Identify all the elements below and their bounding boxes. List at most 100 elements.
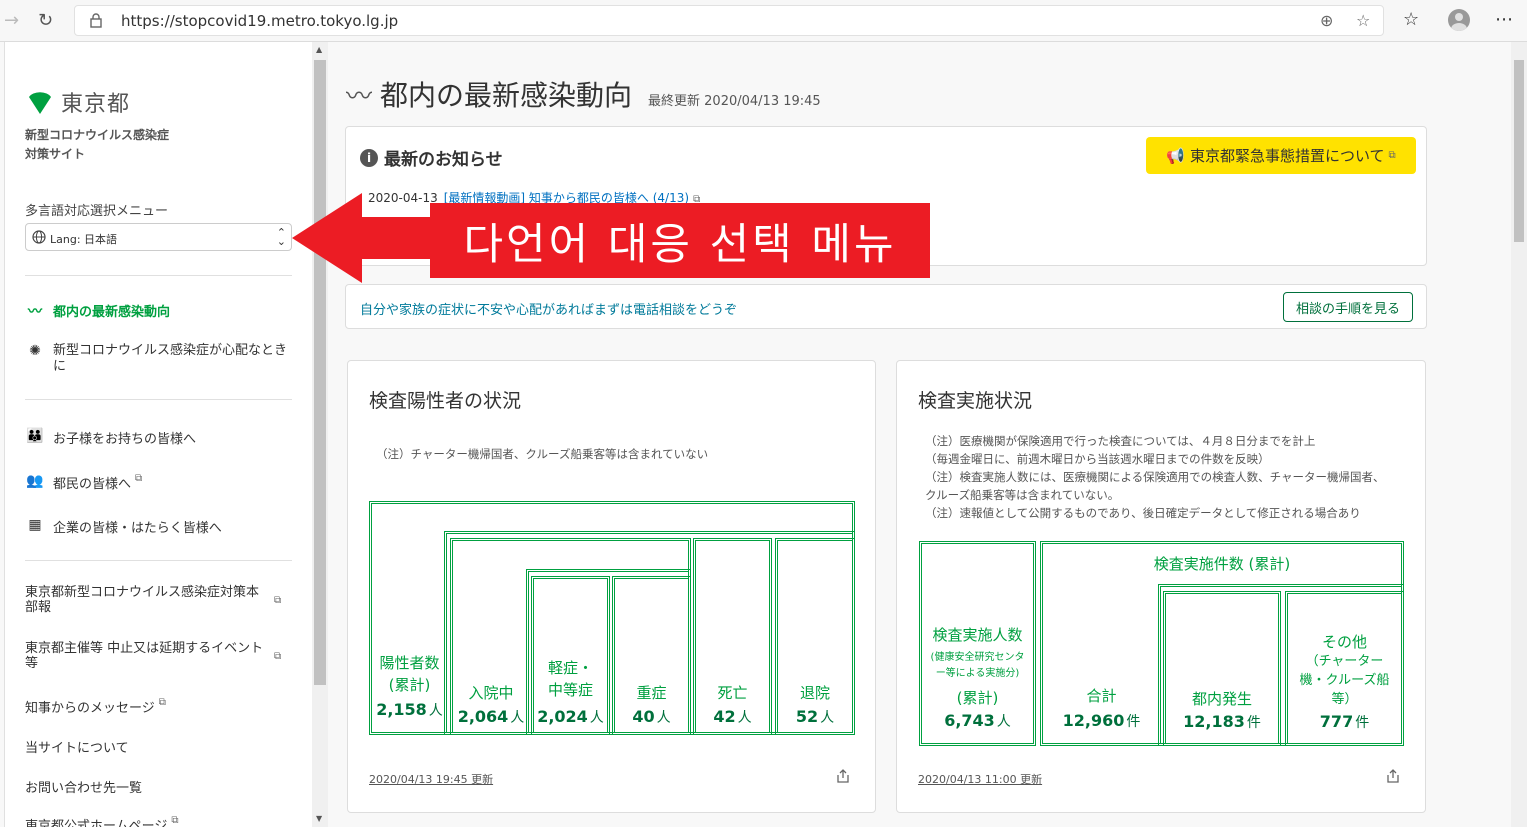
positives-panel: 検査陽性者の状況 （注）チャーター機帰国者、クルーズ船乗客等は含まれていない 陽… — [347, 360, 876, 813]
panel-note: （注）医療機関が保険適用で行った検査については、４月８日分までを計上 — [925, 434, 1316, 448]
box-label: ー等による実施分) — [935, 668, 1020, 679]
lock-icon — [90, 13, 102, 28]
nav-parents[interactable]: 👪 お子様をお持ちの皆様へ — [25, 428, 292, 447]
url-text[interactable]: https://stopcovid19.metro.tokyo.lg.jp — [121, 12, 398, 30]
panel-title: 検査陽性者の状況 — [369, 390, 522, 412]
panel-title: 検査実施状況 — [918, 390, 1033, 412]
favorites-list-icon[interactable]: ☆ — [1403, 9, 1419, 30]
more-menu-icon[interactable]: ⋯ — [1495, 9, 1513, 30]
chevron-updown-icon: ⌃ ⌄ — [276, 226, 286, 248]
nav-link-events[interactable]: 東京都主催等 中止又は延期するイベント等 ⧉ — [25, 641, 292, 671]
annotation-banner: 다언어 대응 선택 메뉴 — [430, 203, 930, 278]
trend-icon: 〰 — [346, 82, 373, 112]
back-arrow-icon[interactable]: → — [4, 10, 19, 31]
deaths-value: 42 人 — [713, 707, 752, 726]
box-label: 退院 — [799, 684, 830, 702]
site-title: 新型コロナウイルス感染症 対策サイト — [25, 128, 170, 161]
nav-link-governor-message[interactable]: 知事からのメッセージ ⧉ — [25, 697, 292, 716]
profile-avatar[interactable] — [1448, 9, 1470, 31]
main-scrollbar[interactable] — [1511, 42, 1527, 827]
share-icon[interactable] — [836, 769, 850, 783]
scroll-up-icon[interactable]: ▲ — [316, 45, 322, 54]
severe-box: 重症 40 人 — [612, 576, 691, 735]
mild-moderate-box: 軽症・ 中等症 2,024 人 — [531, 576, 610, 735]
people-tested-value: 6,743 人 — [944, 711, 1011, 730]
nav-link-official-site[interactable]: 東京都公式ホームページ ⧉ — [25, 815, 292, 827]
panel-note: クルーズ船乗客等は含まれていない。 — [925, 488, 1120, 502]
add-tab-icon[interactable]: ⊕ — [1320, 11, 1333, 30]
scrollbar-thumb[interactable] — [1514, 60, 1524, 242]
other-cases-value: 777 件 — [1319, 712, 1370, 731]
hospitalized-value: 2,064 人 — [457, 707, 525, 726]
consult-link[interactable]: 自分や家族の症状に不安や心配があればまずは電話相談をどうぞ — [360, 299, 737, 318]
sidebar-scrollbar[interactable]: ▲ ▼ — [312, 42, 328, 827]
panel-updated: 2020/04/13 19:45 更新 — [369, 773, 494, 786]
box-label: 中等症 — [547, 681, 593, 699]
box-label: 検査実施人数 — [932, 626, 1023, 644]
tokyo-cases-value: 12,183 件 — [1183, 712, 1261, 731]
mild-moderate-value: 2,024 人 — [537, 707, 604, 726]
page-title: 〰 都内の最新感染動向 最終更新 2020/04/13 19:45 — [346, 74, 821, 114]
nav-citizens[interactable]: 👥 都民の皆様へ ⧉ — [25, 473, 292, 492]
nav-if-worried[interactable]: ✺ 新型コロナウイルス感染症が心配なときに — [25, 343, 292, 375]
discharged-box: 退院 52 人 — [775, 538, 855, 735]
building-icon: ▦ — [28, 517, 42, 533]
lang-select-value: Lang: 日本語 — [50, 233, 118, 246]
nav-latest-trends[interactable]: 〰 都内の最新感染動向 — [25, 301, 292, 321]
tests-total-value: 12,960 件 — [1062, 711, 1141, 730]
nav-businesses[interactable]: ▦ 企業の皆様・はたらく皆様へ — [25, 517, 292, 536]
box-label: 機・クルーズ船 — [1299, 673, 1390, 688]
annotation-arrow — [292, 193, 432, 283]
discharged-value: 52 人 — [795, 707, 835, 726]
ginkgo-logo-icon — [29, 92, 51, 114]
severe-value: 40 人 — [632, 707, 671, 726]
scroll-down-icon[interactable]: ▼ — [316, 814, 322, 823]
box-label: 死亡 — [717, 684, 748, 702]
box-label: その他 — [1321, 633, 1367, 651]
scrollbar-thumb[interactable] — [314, 60, 326, 685]
external-link-icon: ⧉ — [274, 595, 282, 606]
panel-note: （毎週金曜日に、前週木曜日から当該週水曜日までの件数を反映） — [925, 452, 1270, 466]
box-label: (累計) — [956, 689, 999, 707]
people-tested-box: 検査実施人数 (健康安全研究センタ ー等による実施分) (累計) 6,743 人 — [919, 541, 1036, 746]
consult-card: 自分や家族の症状に不安や心配があればまずは電話相談をどうぞ 相談の手順を見る — [345, 284, 1427, 329]
address-bar[interactable]: https://stopcovid19.metro.tokyo.lg.jp ⊕ … — [74, 5, 1384, 36]
external-link-icon: ⧉ — [171, 815, 179, 826]
lang-select[interactable]: Lang: 日本語 ⌃ ⌄ — [25, 223, 292, 251]
favorite-star-icon[interactable]: ☆ — [1356, 11, 1370, 30]
divider — [25, 399, 292, 400]
nav-link-hq-report[interactable]: 東京都新型コロナウイルス感染症対策本部報 ⧉ — [25, 585, 292, 615]
globe-icon — [32, 230, 46, 244]
box-label: (健康安全研究センタ — [930, 652, 1025, 663]
tokyo-logo[interactable]: 東京都 — [25, 86, 130, 118]
panel-note: （注）速報値として公開するものであり、後日確定データとして修正される場合あり — [925, 506, 1361, 520]
nav-link-contacts[interactable]: お問い合わせ先一覧 — [25, 777, 292, 796]
box-label: (累計) — [388, 676, 431, 694]
refresh-icon[interactable]: ↻ — [38, 10, 53, 31]
box-label: 陽性者数 — [379, 654, 440, 672]
browser-toolbar: → ↻ https://stopcovid19.metro.tokyo.lg.j… — [0, 0, 1527, 42]
parent-child-icon: 👪 — [26, 428, 44, 444]
nav-link-about[interactable]: 当サイトについて — [25, 737, 292, 756]
box-label: 入院中 — [468, 684, 514, 702]
share-icon[interactable] — [1386, 769, 1400, 783]
positive-total-value: 2,158 人 — [376, 700, 443, 719]
tests-panel: 検査実施状況 （注）医療機関が保険適用で行った検査については、４月８日分までを計… — [896, 360, 1426, 813]
trend-icon: 〰 — [28, 304, 42, 320]
lang-menu-label: 多言語対応選択メニュー — [25, 204, 169, 219]
emergency-measures-button[interactable]: 📢 東京都緊急事態措置について ⧉ — [1146, 137, 1416, 174]
tokyo-cases-box: 都内発生 12,183 件 — [1163, 591, 1281, 746]
external-link-icon: ⧉ — [1388, 150, 1396, 161]
consult-steps-button[interactable]: 相談の手順を見る — [1283, 292, 1413, 322]
deaths-box: 死亡 42 人 — [693, 538, 772, 735]
box-label: （チャーター — [1305, 654, 1384, 669]
box-label: 都内発生 — [1191, 690, 1252, 708]
external-link-icon: ⧉ — [274, 651, 282, 662]
logo-text: 東京都 — [61, 92, 131, 117]
last-updated: 最終更新 2020/04/13 19:45 — [648, 94, 821, 109]
divider — [25, 560, 292, 561]
panel-note: （注）検査実施人数には、医療機関による保険適用での検査人数、チャーター機帰国者、 — [925, 470, 1385, 484]
box-label: 軽症・ — [547, 659, 593, 677]
panel-note: （注）チャーター機帰国者、クルーズ船乗客等は含まれていない — [376, 447, 709, 461]
external-link-icon: ⧉ — [135, 473, 143, 484]
